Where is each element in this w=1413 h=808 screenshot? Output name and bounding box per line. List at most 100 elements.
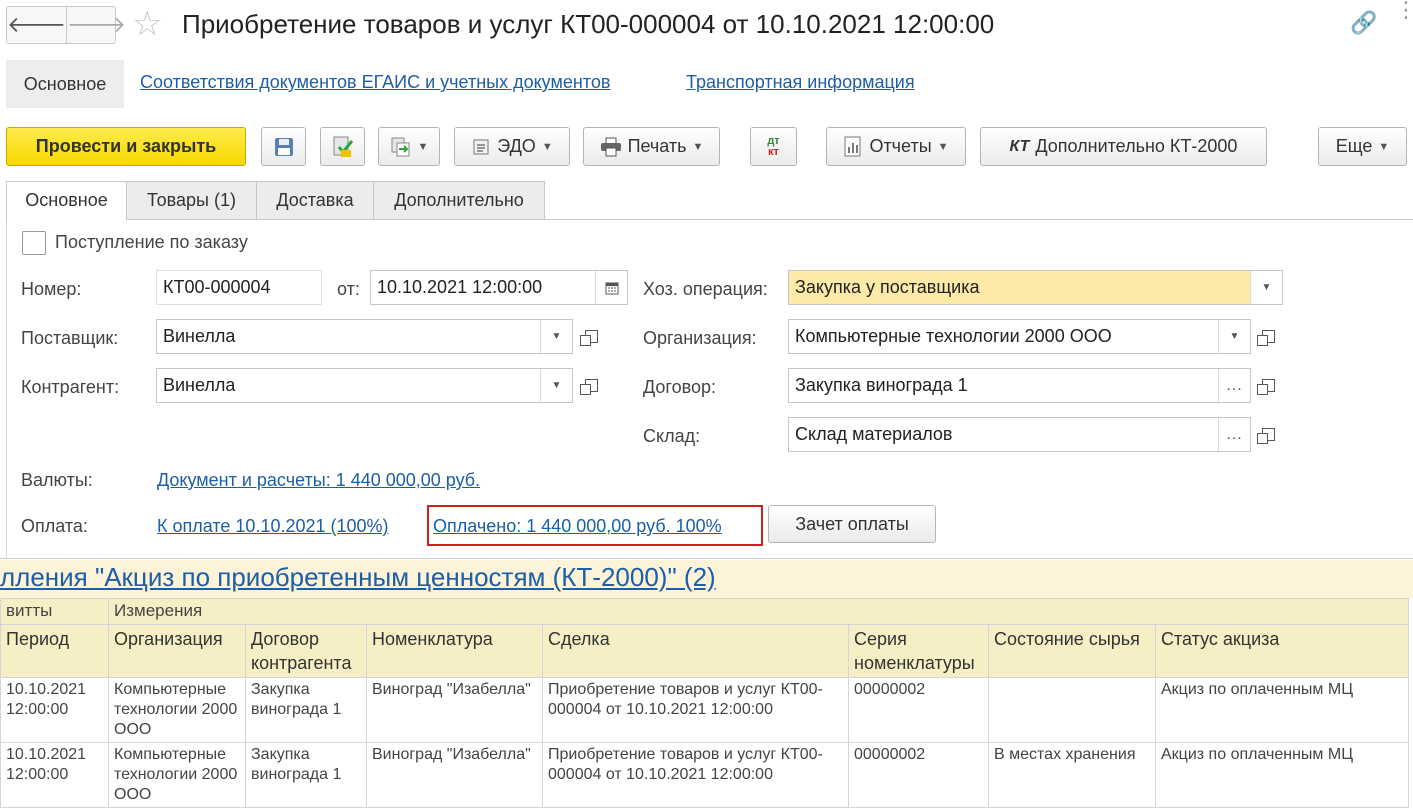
document-title: Приобретение товаров и услуг КТ00-000004… [182, 9, 995, 39]
group-left-header: витты [0, 598, 109, 625]
form-left-border [6, 219, 7, 559]
edo-button[interactable]: ЭДО ▼ [454, 127, 570, 166]
extra-kt2000-button[interactable]: КТ Дополнительно КТ-2000 [980, 127, 1267, 166]
reports-button[interactable]: Отчеты ▼ [826, 127, 966, 166]
cell-nomenclature: Виноград "Изабелла" [366, 742, 543, 808]
open-counterparty-icon[interactable] [577, 368, 605, 403]
operation-label: Хоз. операция: [643, 279, 768, 299]
column-header[interactable]: Сделка [542, 624, 849, 678]
chevron-down-icon[interactable]: ▼ [540, 369, 572, 402]
save-button[interactable] [261, 127, 306, 166]
create-based-on-button[interactable]: ▼ [378, 127, 440, 166]
supplier-value: Винелла [163, 326, 236, 346]
column-header[interactable]: Серия номенклатуры [848, 624, 989, 678]
cell-organization: Компьютерные технологии 2000 ООО [108, 742, 246, 808]
number-value: КТ00-000004 [163, 277, 271, 297]
column-header[interactable]: Период [0, 624, 109, 678]
printer-icon [600, 137, 621, 156]
tab-goods[interactable]: Товары (1) [126, 181, 257, 220]
post-and-close-button[interactable]: Провести и закрыть [6, 127, 246, 166]
payment-offset-button[interactable]: Зачет оплаты [768, 505, 936, 543]
favorite-star-icon[interactable]: ☆ [132, 6, 162, 42]
post-and-close-label: Провести и закрыть [35, 136, 217, 156]
cell-organization: Компьютерные технологии 2000 ООО [108, 677, 246, 743]
chevron-down-icon[interactable]: ▼ [1250, 271, 1282, 304]
cell-series: 00000002 [848, 742, 989, 808]
cell-excise-status: Акциз по оплаченным МЦ [1154, 742, 1410, 808]
register-title-link[interactable]: лления "Акциз по приобретенным ценностям… [0, 562, 716, 593]
table-row[interactable]: 10.10.2021 12:00:00 Компьютерные техноло… [0, 677, 1410, 743]
column-header[interactable]: Организация [108, 624, 246, 678]
column-header[interactable]: Договор контрагента [245, 624, 367, 678]
select-ellipsis-button[interactable]: ... [1218, 418, 1250, 451]
kt-logo-icon: КТ [1009, 137, 1030, 155]
more-button[interactable]: Еще ▼ [1318, 127, 1407, 166]
edo-icon [473, 139, 489, 154]
counterparty-value: Винелла [163, 375, 236, 395]
date-from-label: от: [337, 279, 360, 299]
payment-schedule-link[interactable]: К оплате 10.10.2021 (100%) [157, 516, 389, 537]
forward-button[interactable]: 🡒 [66, 7, 126, 43]
table-row[interactable]: 10.10.2021 12:00:00 Компьютерные техноло… [0, 742, 1410, 808]
number-field[interactable]: КТ00-000004 [156, 270, 322, 305]
date-field[interactable]: 10.10.2021 12:00:00 [370, 270, 628, 305]
org-field[interactable]: Компьютерные технологии 2000 ООО ▼ [788, 319, 1251, 354]
open-org-icon[interactable] [1254, 319, 1282, 354]
by-order-checkbox[interactable] [22, 231, 46, 255]
section-main[interactable]: Основное [6, 60, 124, 108]
cell-contract: Закупка винограда 1 [245, 742, 367, 808]
chevron-down-icon[interactable]: ▼ [1218, 320, 1250, 353]
contract-value: Закупка винограда 1 [795, 375, 968, 395]
chevron-down-icon: ▼ [937, 140, 949, 153]
column-header[interactable]: Статус акциза [1154, 624, 1410, 678]
print-button[interactable]: Печать ▼ [583, 127, 720, 166]
currency-link[interactable]: Документ и расчеты: 1 440 000,00 руб. [157, 470, 480, 491]
kt-label: кт [768, 145, 779, 158]
post-button[interactable] [320, 127, 365, 166]
reports-icon [844, 136, 861, 156]
supplier-label: Поставщик: [21, 328, 119, 348]
select-ellipsis-button[interactable]: ... [1218, 369, 1250, 402]
payment-offset-label: Зачет оплаты [795, 513, 909, 534]
contract-field[interactable]: Закупка винограда 1 ... [788, 368, 1251, 403]
edo-label: ЭДО [497, 136, 536, 156]
table-column-header: Период Организация Договор контрагента Н… [0, 624, 1410, 678]
counterparty-field[interactable]: Винелла ▼ [156, 368, 573, 403]
back-button[interactable]: 🡐 [7, 7, 66, 43]
create-based-icon [391, 137, 410, 156]
window-menu-icon[interactable]: ⋮ [1395, 0, 1413, 21]
cell-period: 10.10.2021 12:00:00 [0, 677, 109, 743]
print-label: Печать [627, 136, 687, 156]
open-warehouse-icon[interactable] [1254, 417, 1282, 452]
dt-label: дт [767, 134, 780, 147]
tab-additional[interactable]: Дополнительно [373, 181, 545, 220]
number-label: Номер: [21, 279, 82, 299]
tab-main[interactable]: Основное [6, 181, 127, 220]
table-group-header: витты Измерения [0, 598, 1410, 625]
calendar-icon[interactable] [595, 271, 627, 304]
group-dimensions-header: Измерения [107, 598, 1410, 625]
paid-link[interactable]: Оплачено: 1 440 000,00 руб. 100% [433, 516, 722, 537]
counterparty-label: Контрагент: [21, 377, 120, 397]
open-contract-icon[interactable] [1254, 368, 1282, 403]
tab-delivery[interactable]: Доставка [256, 181, 374, 220]
supplier-field[interactable]: Винелла ▼ [156, 319, 573, 354]
cell-raw-state [988, 677, 1156, 743]
chevron-down-icon[interactable]: ▼ [540, 320, 572, 353]
cell-deal: Приобретение товаров и услуг КТ00-000004… [542, 677, 849, 743]
cell-nomenclature: Виноград "Изабелла" [366, 677, 543, 743]
column-header[interactable]: Номенклатура [366, 624, 543, 678]
section-transport-link[interactable]: Транспортная информация [686, 72, 915, 93]
link-icon[interactable]: 🔗 [1350, 10, 1377, 36]
warehouse-field[interactable]: Склад материалов ... [788, 417, 1251, 452]
cell-excise-status: Акциз по оплаченным МЦ [1154, 677, 1410, 743]
column-header[interactable]: Состояние сырья [988, 624, 1156, 678]
operation-field[interactable]: Закупка у поставщика ▼ [788, 270, 1283, 305]
extra-kt2000-label: Дополнительно КТ-2000 [1035, 136, 1238, 156]
chevron-down-icon: ▼ [541, 140, 553, 153]
dt-kt-button[interactable]: дт кт [750, 127, 797, 166]
section-egais-link[interactable]: Соответствия документов ЕГАИС и учетных … [140, 72, 610, 93]
open-supplier-icon[interactable] [577, 319, 605, 354]
warehouse-label: Склад: [643, 426, 701, 446]
more-label: Еще [1335, 136, 1373, 156]
